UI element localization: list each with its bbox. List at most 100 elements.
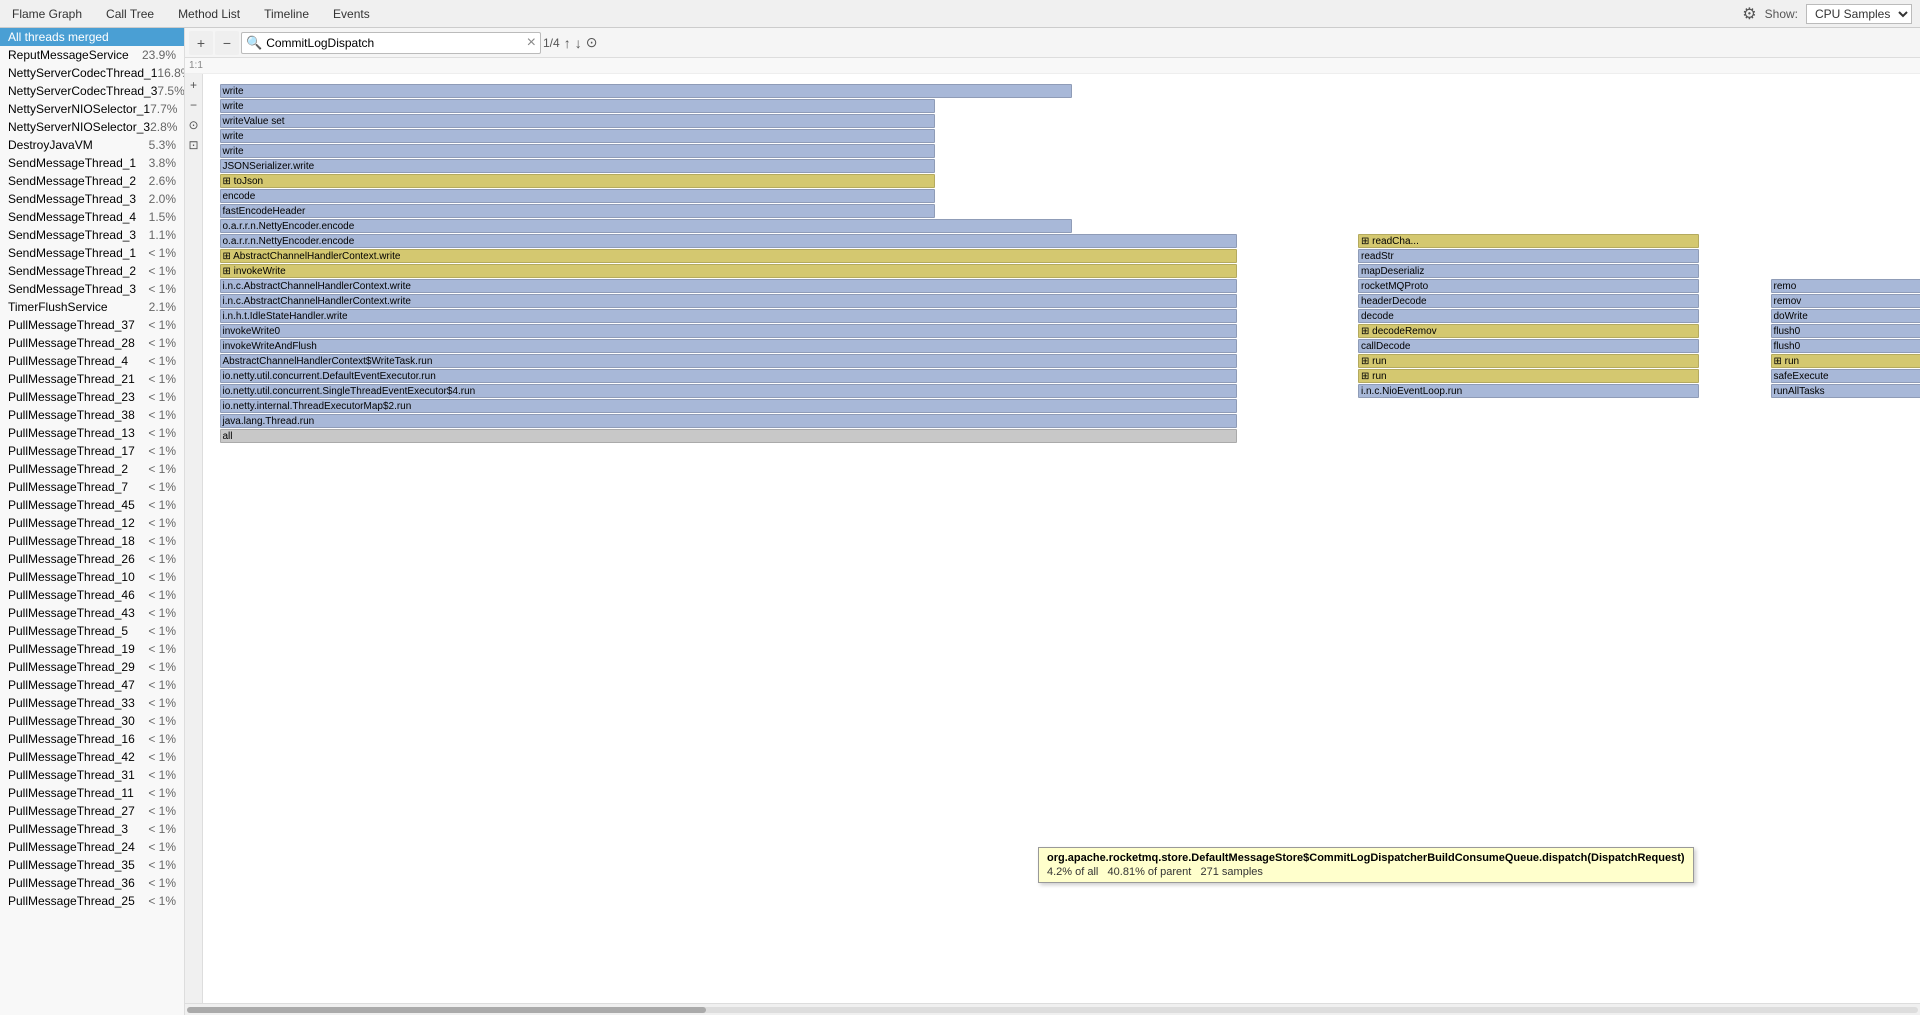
sidebar-item-7[interactable]: SendMessageThread_13.8% (0, 154, 184, 172)
flame-bar-20[interactable]: io.netty.util.concurrent.SingleThreadEve… (220, 384, 1238, 398)
zoom-fit-icon[interactable]: ⊡ (188, 138, 198, 152)
sidebar-item-42[interactable]: PullMessageThread_11< 1% (0, 784, 184, 802)
zoom-out-button[interactable]: − (215, 31, 239, 55)
sidebar-item-28[interactable]: PullMessageThread_18< 1% (0, 532, 184, 550)
sidebar-item-35[interactable]: PullMessageThread_29< 1% (0, 658, 184, 676)
sidebar-item-3[interactable]: NettyServerCodecThread_37.5% (0, 82, 184, 100)
sidebar-item-5[interactable]: NettyServerNIOSelector_32.8% (0, 118, 184, 136)
settings-icon[interactable]: ⚙ (1742, 4, 1756, 24)
flame-bar-30[interactable]: ⊞ decodeRemov (1358, 324, 1699, 338)
sidebar-item-0[interactable]: All threads merged (0, 28, 184, 46)
sidebar-item-6[interactable]: DestroyJavaVM5.3% (0, 136, 184, 154)
sidebar-item-22[interactable]: PullMessageThread_13< 1% (0, 424, 184, 442)
sidebar-item-12[interactable]: SendMessageThread_1< 1% (0, 244, 184, 262)
flame-bar-3[interactable]: write (220, 129, 935, 143)
sidebar-item-43[interactable]: PullMessageThread_27< 1% (0, 802, 184, 820)
sidebar-item-38[interactable]: PullMessageThread_30< 1% (0, 712, 184, 730)
flame-bar-35[interactable]: remo (1771, 279, 1920, 293)
zoom-in-button[interactable]: + (189, 31, 213, 55)
canvas-wrapper[interactable]: org.apache.rocketmq.store.DefaultMessage… (203, 74, 1920, 1003)
sidebar-item-31[interactable]: PullMessageThread_46< 1% (0, 586, 184, 604)
flame-bar-27[interactable]: rocketMQProto (1358, 279, 1699, 293)
zoom-minus-icon[interactable]: − (190, 98, 197, 112)
flame-bar-33[interactable]: ⊞ run (1358, 369, 1699, 383)
sidebar-item-37[interactable]: PullMessageThread_33< 1% (0, 694, 184, 712)
sidebar-item-34[interactable]: PullMessageThread_19< 1% (0, 640, 184, 658)
nav-flame-graph[interactable]: Flame Graph (8, 0, 86, 27)
flame-bar-1[interactable]: write (220, 99, 935, 113)
flame-bar-17[interactable]: invokeWriteAndFlush (220, 339, 1238, 353)
flame-bar-39[interactable]: flush0 (1771, 339, 1920, 353)
sidebar-item-36[interactable]: PullMessageThread_47< 1% (0, 676, 184, 694)
flame-bar-22[interactable]: java.lang.Thread.run (220, 414, 1238, 428)
sidebar-item-46[interactable]: PullMessageThread_35< 1% (0, 856, 184, 874)
sidebar-item-2[interactable]: NettyServerCodecThread_116.8% (0, 64, 184, 82)
sidebar-item-40[interactable]: PullMessageThread_42< 1% (0, 748, 184, 766)
nav-call-tree[interactable]: Call Tree (102, 0, 158, 27)
flame-bar-26[interactable]: mapDeserializ (1358, 264, 1699, 278)
sidebar-item-16[interactable]: PullMessageThread_37< 1% (0, 316, 184, 334)
flame-bar-7[interactable]: encode (220, 189, 935, 203)
flame-bar-42[interactable]: runAllTasks (1771, 384, 1920, 398)
search-input[interactable] (266, 36, 520, 50)
flame-bar-38[interactable]: flush0 (1771, 324, 1920, 338)
flame-bar-12[interactable]: ⊞ invokeWrite (220, 264, 1238, 278)
flame-bar-24[interactable]: ⊞ readCha... (1358, 234, 1699, 248)
sidebar-item-45[interactable]: PullMessageThread_24< 1% (0, 838, 184, 856)
prev-result-button[interactable]: ↑ (564, 35, 571, 51)
sidebar-item-4[interactable]: NettyServerNIOSelector_17.7% (0, 100, 184, 118)
sidebar-item-23[interactable]: PullMessageThread_17< 1% (0, 442, 184, 460)
sidebar-item-24[interactable]: PullMessageThread_2< 1% (0, 460, 184, 478)
flame-bar-31[interactable]: callDecode (1358, 339, 1699, 353)
flame-bar-8[interactable]: fastEncodeHeader (220, 204, 935, 218)
sidebar-item-48[interactable]: PullMessageThread_25< 1% (0, 892, 184, 910)
sidebar-item-29[interactable]: PullMessageThread_26< 1% (0, 550, 184, 568)
nav-events[interactable]: Events (329, 0, 374, 27)
sidebar-item-44[interactable]: PullMessageThread_3< 1% (0, 820, 184, 838)
sidebar-item-14[interactable]: SendMessageThread_3< 1% (0, 280, 184, 298)
sidebar-item-47[interactable]: PullMessageThread_36< 1% (0, 874, 184, 892)
flame-bar-4[interactable]: write (220, 144, 935, 158)
sidebar-item-17[interactable]: PullMessageThread_28< 1% (0, 334, 184, 352)
sidebar-item-27[interactable]: PullMessageThread_12< 1% (0, 514, 184, 532)
flame-bar-40[interactable]: ⊞ run (1771, 354, 1920, 368)
flame-bar-29[interactable]: decode (1358, 309, 1699, 323)
flame-bar-36[interactable]: remov (1771, 294, 1920, 308)
nav-timeline[interactable]: Timeline (260, 0, 313, 27)
flame-bar-2[interactable]: writeValue set (220, 114, 935, 128)
flame-bar-28[interactable]: headerDecode (1358, 294, 1699, 308)
sidebar-item-19[interactable]: PullMessageThread_21< 1% (0, 370, 184, 388)
zoom-reset-icon[interactable]: ⊙ (188, 118, 198, 132)
sidebar-item-18[interactable]: PullMessageThread_4< 1% (0, 352, 184, 370)
sidebar-item-21[interactable]: PullMessageThread_38< 1% (0, 406, 184, 424)
sidebar-item-13[interactable]: SendMessageThread_2< 1% (0, 262, 184, 280)
flame-bar-15[interactable]: i.n.h.t.IdleStateHandler.write (220, 309, 1238, 323)
flame-bar-14[interactable]: i.n.c.AbstractChannelHandlerContext.writ… (220, 294, 1238, 308)
show-dropdown[interactable]: CPU Samples (1806, 4, 1912, 24)
flame-bar-13[interactable]: i.n.c.AbstractChannelHandlerContext.writ… (220, 279, 1238, 293)
sidebar-item-41[interactable]: PullMessageThread_31< 1% (0, 766, 184, 784)
flame-bar-11[interactable]: ⊞ AbstractChannelHandlerContext.write (220, 249, 1238, 263)
sidebar-item-20[interactable]: PullMessageThread_23< 1% (0, 388, 184, 406)
next-result-button[interactable]: ↓ (575, 35, 582, 51)
flame-bar-9[interactable]: o.a.r.r.n.NettyEncoder.encode (220, 219, 1073, 233)
flame-bar-10[interactable]: o.a.r.r.n.NettyEncoder.encode (220, 234, 1238, 248)
sidebar-item-10[interactable]: SendMessageThread_41.5% (0, 208, 184, 226)
sidebar-item-1[interactable]: ReputMessageService23.9% (0, 46, 184, 64)
sidebar-item-32[interactable]: PullMessageThread_43< 1% (0, 604, 184, 622)
flame-bar-41[interactable]: safeExecute (1771, 369, 1920, 383)
flame-bar-25[interactable]: readStr (1358, 249, 1699, 263)
flame-bar-0[interactable]: write (220, 84, 1073, 98)
scrollbar-area[interactable] (185, 1003, 1920, 1015)
sidebar-item-30[interactable]: PullMessageThread_10< 1% (0, 568, 184, 586)
flame-bar-5[interactable]: JSONSerializer.write (220, 159, 935, 173)
nav-method-list[interactable]: Method List (174, 0, 244, 27)
sidebar-item-39[interactable]: PullMessageThread_16< 1% (0, 730, 184, 748)
flame-bar-32[interactable]: ⊞ run (1358, 354, 1699, 368)
flame-bar-23[interactable]: all (220, 429, 1238, 443)
sidebar-item-15[interactable]: TimerFlushService2.1% (0, 298, 184, 316)
flame-bar-6[interactable]: ⊞ toJson (220, 174, 935, 188)
flame-bar-21[interactable]: io.netty.internal.ThreadExecutorMap$2.ru… (220, 399, 1238, 413)
zoom-plus-icon[interactable]: + (190, 78, 197, 92)
sidebar-item-26[interactable]: PullMessageThread_45< 1% (0, 496, 184, 514)
